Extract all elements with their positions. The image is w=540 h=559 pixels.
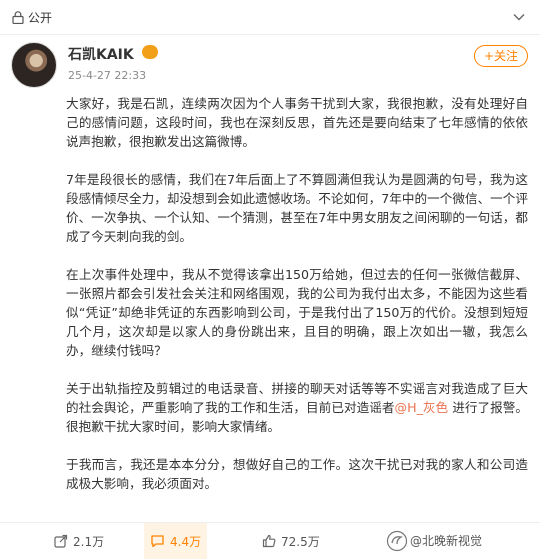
like-button[interactable]: 72.5万 [262,523,320,559]
watermark-logo-icon [386,530,408,552]
top-bar: 公开 [0,0,540,34]
action-bar: 2.1万 4.4万 72.5万 @北晚新视觉 [0,523,540,559]
post-time[interactable]: 25-4-27 22:33 [68,69,146,82]
thumbs-up-icon [262,534,276,548]
verified-badge-icon [142,45,158,59]
share-icon [54,534,68,548]
comment-button[interactable]: 4.4万 [144,523,208,559]
mention-link[interactable]: @H_灰色 [395,400,449,415]
post-paragraph: 7年是段很长的感情，我们在7年后面上了不算圆满但我认为是圆满的句号，我为这段感情… [66,172,528,244]
author-name[interactable]: 石凯KAIK [68,44,134,64]
watermark-text: @北晚新视觉 [410,534,483,548]
divider [0,34,540,35]
post-paragraph: 于我而言，我还是本本分分，想做好自己的工作。这次干扰已对我的家人和公司造成极大影… [66,457,528,491]
like-count: 72.5万 [281,534,320,549]
chevron-down-icon[interactable] [512,10,526,24]
post-paragraph: 在上次事件处理中，我从不觉得该拿出150万给她，但过去的任何一张微信截屏、一张照… [66,267,528,358]
visibility-label: 公开 [28,11,53,25]
follow-button[interactable]: +关注 [474,45,528,67]
avatar[interactable] [11,42,57,88]
share-button[interactable]: 2.1万 [54,523,104,559]
post-body: 大家好，我是石凯，连续两次因为个人事务干扰到大家，我很抱歉，没有处理好自己的感情… [66,94,528,512]
lock-icon [12,11,24,24]
comment-count: 4.4万 [170,534,202,549]
post-paragraph: 大家好，我是石凯，连续两次因为个人事务干扰到大家，我很抱歉，没有处理好自己的感情… [66,96,528,149]
comment-icon [151,535,164,548]
share-count: 2.1万 [73,534,105,549]
post-paragraph: 关于出轨指控及剪辑过的电话录音、拼接的聊天对话等等不实谣言对我造成了巨大的社会舆… [66,379,528,436]
